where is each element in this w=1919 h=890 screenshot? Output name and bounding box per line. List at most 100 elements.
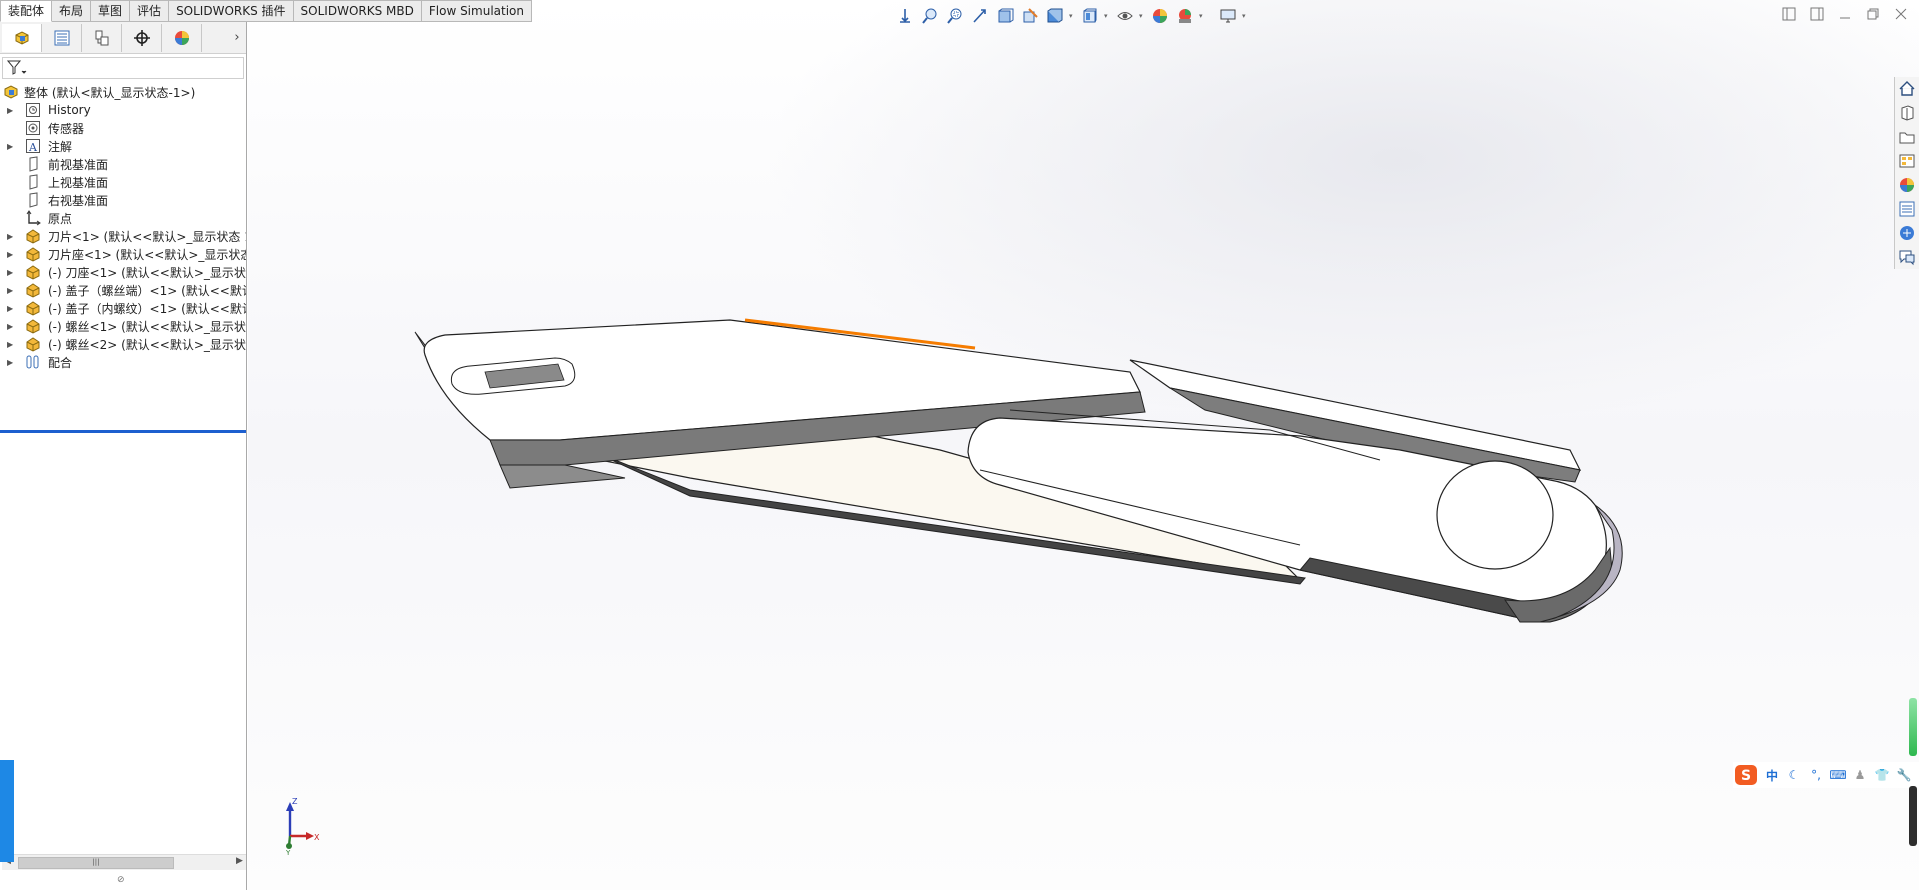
panel-resize-handle[interactable]: ⊘ bbox=[117, 875, 125, 885]
skin-icon[interactable]: 👕 bbox=[1873, 766, 1891, 784]
edit-appearance-icon bbox=[1153, 9, 1167, 23]
feature-manager-toolbar: › bbox=[0, 22, 246, 54]
section-view-button[interactable] bbox=[994, 5, 1016, 27]
design-library-icon bbox=[1901, 105, 1914, 121]
expand-arrow-icon[interactable]: ▶ bbox=[7, 106, 15, 115]
tree-item-history[interactable]: ▶ History bbox=[0, 100, 246, 120]
zoom-area-button[interactable] bbox=[944, 5, 966, 27]
tree-item-component[interactable]: ▶ (-) 盖子（螺丝端）<1> (默认<<默认 bbox=[0, 280, 246, 300]
tab-solidworks-mbd[interactable]: SOLIDWORKS MBD bbox=[293, 0, 422, 22]
horizontal-scrollbar[interactable]: ◀ ||| ▶ bbox=[2, 854, 246, 870]
dropdown-arrow-icon[interactable]: ▾ bbox=[1139, 12, 1146, 20]
punctuation-icon[interactable]: °, bbox=[1807, 766, 1825, 784]
tree-item-component[interactable]: ▶ (-) 盖子（内螺纹）<1> (默认<<默认 bbox=[0, 298, 246, 318]
expand-arrow-icon[interactable]: ▶ bbox=[7, 268, 15, 277]
ime-mode-label[interactable]: 中 bbox=[1763, 766, 1781, 784]
view-palette-icon bbox=[1899, 154, 1915, 168]
tree-item-component[interactable]: ▶ 刀片<1> (默认<<默认>_显示状态 1 bbox=[0, 226, 246, 246]
close-icon[interactable] bbox=[1893, 6, 1909, 22]
file-explorer-icon bbox=[1899, 132, 1915, 144]
zoom-to-fit-button[interactable] bbox=[919, 5, 941, 27]
view-orientation-button[interactable] bbox=[894, 5, 916, 27]
display-style-button[interactable] bbox=[1079, 5, 1101, 27]
property-manager-tab[interactable] bbox=[42, 23, 82, 52]
right-edge-indicator-dark bbox=[1909, 786, 1917, 846]
tab-assembly[interactable]: 装配体 bbox=[0, 0, 53, 22]
appearances-button[interactable] bbox=[1895, 173, 1919, 197]
tab-sketch[interactable]: 草图 bbox=[91, 0, 131, 22]
feedback-button[interactable] bbox=[1895, 245, 1919, 269]
scrollbar-thumb[interactable]: ||| bbox=[18, 857, 174, 869]
display-manager-tab[interactable] bbox=[162, 23, 202, 52]
tree-root-assembly[interactable]: 整体 (默认<默认_显示状态-1>) bbox=[0, 82, 246, 102]
tab-solidworks-addins[interactable]: SOLIDWORKS 插件 bbox=[169, 0, 294, 22]
view-palette-button[interactable] bbox=[1895, 149, 1919, 173]
fm-tabs-more-arrow[interactable]: › bbox=[228, 30, 246, 45]
dropdown-arrow-icon[interactable]: ▾ bbox=[1199, 12, 1206, 20]
keyboard-icon[interactable]: ⌨ bbox=[1829, 766, 1847, 784]
custom-properties-icon bbox=[1899, 201, 1915, 217]
apply-scene-button[interactable] bbox=[1174, 5, 1196, 27]
assembly-model[interactable] bbox=[400, 300, 1640, 640]
tree-item-label: 刀片<1> (默认<<默认>_显示状态 1 bbox=[48, 229, 246, 244]
custom-properties-button[interactable] bbox=[1895, 197, 1919, 221]
file-explorer-button[interactable] bbox=[1895, 125, 1919, 149]
tools-icon[interactable]: 🔧 bbox=[1895, 766, 1913, 784]
tree-item-label: 注解 bbox=[48, 139, 73, 154]
part-icon bbox=[24, 263, 42, 281]
scroll-right-icon[interactable]: ▶ bbox=[236, 856, 243, 866]
tree-item-annotations[interactable]: ▶ A 注解 bbox=[0, 136, 246, 156]
expand-arrow-icon[interactable]: ▶ bbox=[7, 286, 15, 295]
tree-item-component[interactable]: ▶ (-) 螺丝<2> (默认<<默认>_显示状态 bbox=[0, 334, 246, 354]
tab-layout[interactable]: 布局 bbox=[52, 0, 92, 22]
view-settings-button[interactable] bbox=[1044, 5, 1066, 27]
minimize-icon[interactable] bbox=[1837, 6, 1853, 22]
tab-flow-simulation[interactable]: Flow Simulation bbox=[421, 0, 532, 22]
view-orientation-icon bbox=[900, 9, 910, 23]
user-icon[interactable]: ♟ bbox=[1851, 766, 1869, 784]
home-button[interactable] bbox=[1895, 77, 1919, 101]
tab-evaluate[interactable]: 评估 bbox=[130, 0, 170, 22]
design-library-button[interactable] bbox=[1895, 101, 1919, 125]
expand-arrow-icon[interactable]: ▶ bbox=[7, 142, 15, 151]
tree-item-component[interactable]: ▶ (-) 刀座<1> (默认<<默认>_显示状态 bbox=[0, 262, 246, 282]
configuration-manager-tab[interactable] bbox=[82, 23, 122, 52]
z-axis-label: Z bbox=[292, 797, 298, 806]
expand-arrow-icon[interactable]: ▶ bbox=[7, 322, 15, 331]
expand-arrow-icon[interactable]: ▶ bbox=[7, 232, 15, 241]
tree-item-label: 刀片座<1> (默认<<默认>_显示状态 bbox=[48, 247, 246, 262]
restore-icon[interactable] bbox=[1865, 6, 1881, 22]
dropdown-arrow-icon[interactable]: ▾ bbox=[1104, 12, 1111, 20]
tree-item-component[interactable]: ▶ 刀片座<1> (默认<<默认>_显示状态 bbox=[0, 244, 246, 264]
expand-arrow-icon[interactable]: ▶ bbox=[7, 340, 15, 349]
dropdown-arrow-icon[interactable]: ▾ bbox=[1242, 12, 1249, 20]
tree-item-top-plane[interactable]: 上视基准面 bbox=[0, 172, 246, 192]
tree-item-right-plane[interactable]: 右视基准面 bbox=[0, 190, 246, 210]
tree-item-mates[interactable]: ▶ 配合 bbox=[0, 352, 246, 372]
expand-arrow-icon[interactable]: ▶ bbox=[7, 304, 15, 313]
feature-manager-tab[interactable] bbox=[2, 23, 42, 52]
dropdown-arrow-icon[interactable]: ▾ bbox=[1069, 12, 1076, 20]
rollback-bar[interactable] bbox=[0, 430, 246, 433]
tree-item-origin[interactable]: 原点 bbox=[0, 208, 246, 228]
moon-icon[interactable]: ☾ bbox=[1785, 766, 1803, 784]
tile-right-icon[interactable] bbox=[1809, 6, 1825, 22]
tree-item-sensors[interactable]: 传感器 bbox=[0, 118, 246, 138]
dimxpert-tab[interactable] bbox=[122, 23, 162, 52]
previous-view-button[interactable] bbox=[969, 5, 991, 27]
side-tab-indicator[interactable] bbox=[0, 760, 14, 862]
feedback-icon bbox=[1899, 250, 1915, 266]
hide-show-button[interactable] bbox=[1114, 5, 1136, 27]
sogou-button[interactable]: S bbox=[1733, 765, 1759, 785]
tree-item-label: (-) 螺丝<2> (默认<<默认>_显示状态 bbox=[48, 337, 246, 352]
solidworks-forum-button[interactable] bbox=[1895, 221, 1919, 245]
view-setting-monitor-button[interactable] bbox=[1217, 5, 1239, 27]
tree-item-front-plane[interactable]: 前视基准面 bbox=[0, 154, 246, 174]
feature-filter[interactable] bbox=[2, 57, 244, 79]
dynamic-annotation-button[interactable] bbox=[1019, 5, 1041, 27]
expand-arrow-icon[interactable]: ▶ bbox=[7, 358, 15, 367]
tile-left-icon[interactable] bbox=[1781, 6, 1797, 22]
edit-appearance-button[interactable] bbox=[1149, 5, 1171, 27]
expand-arrow-icon[interactable]: ▶ bbox=[7, 250, 15, 259]
tree-item-component[interactable]: ▶ (-) 螺丝<1> (默认<<默认>_显示状态 bbox=[0, 316, 246, 336]
